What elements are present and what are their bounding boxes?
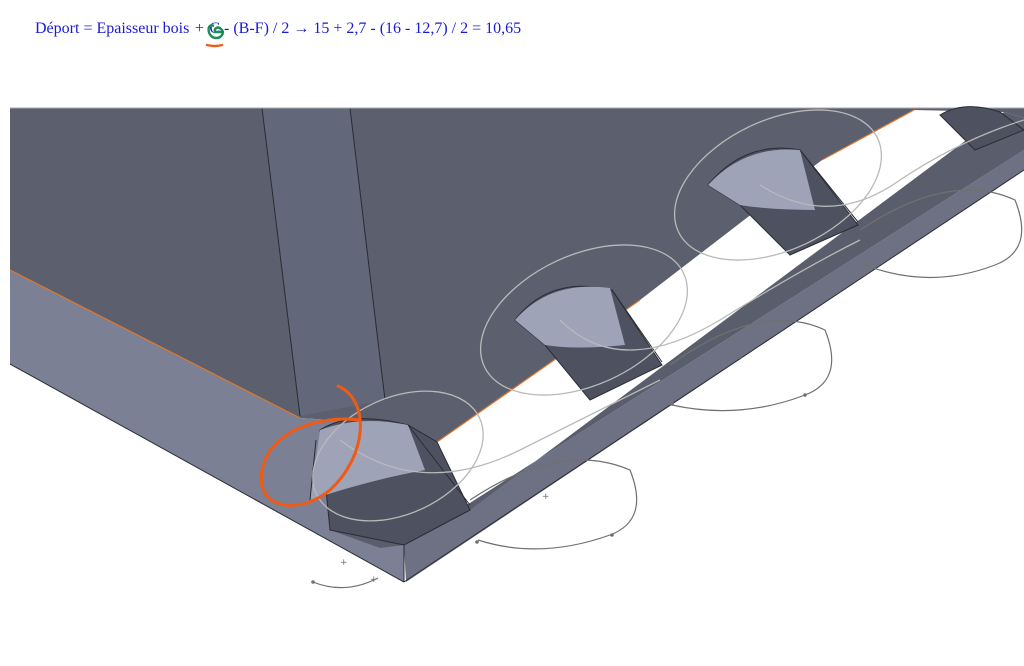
svg-text:+: + bbox=[340, 558, 348, 568]
cad-viewport: + + + + + bbox=[9, 24, 1024, 589]
svg-text:+: + bbox=[930, 214, 938, 224]
svg-text:+: + bbox=[542, 492, 550, 502]
circle-annotation-icon bbox=[207, 24, 224, 40]
svg-text:+: + bbox=[370, 575, 378, 585]
svg-text:+: + bbox=[736, 353, 744, 363]
underline-annotation-icon bbox=[205, 43, 224, 48]
